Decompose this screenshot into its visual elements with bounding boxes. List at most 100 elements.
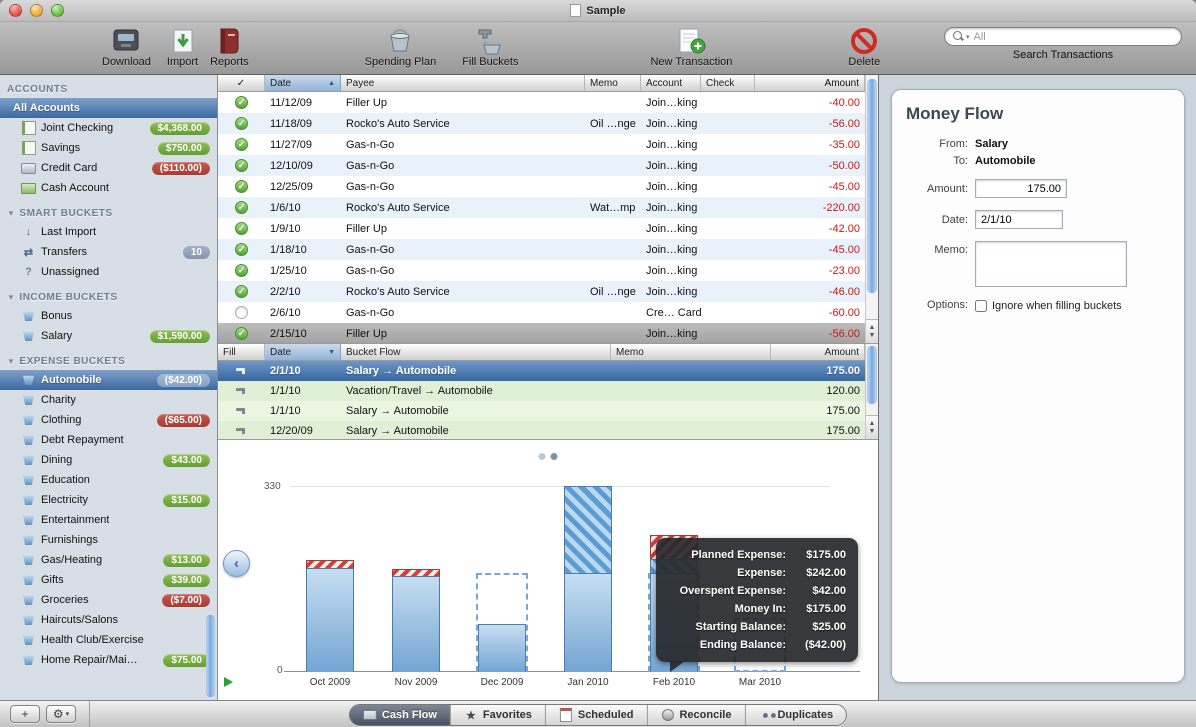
tab-duplicates[interactable]: Duplicates	[744, 705, 847, 725]
column-header-date[interactable]: Date ▲	[265, 75, 341, 91]
scroll-down-icon[interactable]: ▼	[869, 332, 876, 339]
action-menu-button[interactable]: ⚙ ▾	[46, 705, 76, 723]
transaction-row[interactable]: ✓ 12/25/09 Gas-n-Go Join…king -45.00	[218, 176, 865, 197]
sidebar-item-credit-card[interactable]: Credit Card ($110.00)	[0, 158, 217, 178]
transaction-row[interactable]: ✓ 11/27/09 Gas-n-Go Join…king -35.00	[218, 134, 865, 155]
sidebar-item-entertainment[interactable]: Entertainment	[0, 510, 217, 530]
scrollbar-thumb[interactable]	[867, 79, 877, 293]
column-header-bucket-flow[interactable]: Bucket Flow	[341, 344, 611, 360]
toolbar-button-reports[interactable]: Reports	[210, 22, 249, 68]
timeline-marker-icon[interactable]	[224, 677, 233, 687]
transaction-row[interactable]: ✓ 2/15/10 Filler Up Join…king -56.00	[218, 323, 865, 343]
ignore-filling-option[interactable]: Ignore when filling buckets	[975, 299, 1122, 312]
sidebar-item-savings[interactable]: Savings $750.00	[0, 138, 217, 158]
sidebar-item-education[interactable]: Education	[0, 470, 217, 490]
transaction-row[interactable]: ✓ 11/12/09 Filler Up Join…king -40.00	[218, 92, 865, 113]
add-button[interactable]: +	[10, 705, 40, 723]
fill-row[interactable]: 1/1/10 Vacation/Travel → Automobile 120.00	[218, 381, 865, 401]
tab-reconcile[interactable]: Reconcile	[646, 705, 745, 725]
memo-field[interactable]	[975, 241, 1127, 287]
pager-dot[interactable]	[538, 453, 546, 460]
search-field[interactable]: ▾	[944, 27, 1182, 46]
column-header-fill-amount[interactable]: Amount	[771, 344, 865, 360]
sidebar-item-home-repair-mai[interactable]: Home Repair/Mai… $75.00	[0, 650, 217, 670]
column-header-amount[interactable]: Amount	[755, 75, 865, 91]
chart-prev-button[interactable]: ‹	[223, 550, 250, 577]
zoom-button[interactable]	[51, 4, 64, 17]
sidebar-item-all-accounts[interactable]: All Accounts	[0, 98, 217, 118]
sidebar-scrollbar-thumb[interactable]	[206, 615, 215, 697]
tab-favorites[interactable]: ★ Favorites	[449, 705, 545, 725]
column-header-account[interactable]: Account	[641, 75, 701, 91]
sidebar-item-unassigned[interactable]: ? Unassigned	[0, 262, 217, 282]
transaction-row[interactable]: ✓ 1/6/10 Rocko's Auto Service Wat…mp Join…ki…	[218, 197, 865, 218]
date-field[interactable]	[975, 210, 1063, 229]
money-in-bar[interactable]	[306, 568, 354, 672]
column-header-status[interactable]: ✓	[218, 75, 265, 91]
overspent-bar[interactable]	[306, 560, 354, 568]
disclosure-triangle-icon[interactable]: ▼	[7, 293, 15, 302]
fill-row[interactable]: 2/1/10 Salary → Automobile 175.00	[218, 361, 865, 381]
scroll-up-icon[interactable]: ▲	[869, 324, 876, 331]
transaction-row[interactable]: ✓ 2/2/10 Rocko's Auto Service Oil …nge Join……	[218, 281, 865, 302]
pager-dot-active[interactable]	[550, 453, 558, 460]
minimize-button[interactable]	[30, 4, 43, 17]
tab-cash-flow[interactable]: Cash Flow	[349, 705, 450, 725]
sidebar-item-cash-account[interactable]: Cash Account	[0, 178, 217, 198]
search-scope-arrow-icon[interactable]: ▾	[966, 33, 970, 41]
transaction-row[interactable]: ✓ 11/18/09 Rocko's Auto Service Oil …nge Joi…	[218, 113, 865, 134]
sidebar-item-haircuts-salons[interactable]: Haircuts/Salons	[0, 610, 217, 630]
disclosure-triangle-icon[interactable]: ▼	[7, 357, 15, 366]
scrollbar-arrows[interactable]: ▲ ▼	[866, 319, 878, 343]
scroll-down-icon[interactable]: ▼	[869, 428, 876, 435]
transaction-row[interactable]: 2/6/10 Gas-n-Go Cre… Card -60.00	[218, 302, 865, 323]
close-button[interactable]	[9, 4, 22, 17]
sidebar-item-automobile[interactable]: Automobile ($42.00)	[0, 370, 217, 390]
sidebar-item-transfers[interactable]: ⇄ Transfers 10	[0, 242, 217, 262]
sidebar-item-salary[interactable]: Salary $1,590.00	[0, 326, 217, 346]
toolbar-button-fill-buckets[interactable]: Fill Buckets	[462, 22, 518, 68]
scrollbar-thumb[interactable]	[867, 346, 877, 404]
sidebar-item-bonus[interactable]: Bonus	[0, 306, 217, 326]
sidebar-item-electricity[interactable]: Electricity $15.00	[0, 490, 217, 510]
search-input[interactable]	[973, 30, 1173, 43]
scrollbar-arrows[interactable]: ▲ ▼	[866, 415, 878, 439]
column-header-memo[interactable]: Memo	[585, 75, 641, 91]
toolbar-button-import[interactable]: Import	[167, 22, 198, 68]
sidebar-item-joint-checking[interactable]: Joint Checking $4,368.00	[0, 118, 217, 138]
sidebar-item-groceries[interactable]: Groceries ($7.00)	[0, 590, 217, 610]
fill-row[interactable]: 1/1/10 Salary → Automobile 175.00	[218, 401, 865, 421]
toolbar-button-download[interactable]: Download	[102, 22, 151, 68]
transaction-row[interactable]: ✓ 12/10/09 Gas-n-Go Join…king -50.00	[218, 155, 865, 176]
sidebar-item-last-import[interactable]: ↓ Last Import	[0, 222, 217, 242]
fills-scrollbar[interactable]: ▲ ▼	[865, 344, 878, 439]
column-header-fill-memo[interactable]: Memo	[611, 344, 771, 360]
transaction-row[interactable]: ✓ 1/25/10 Gas-n-Go Join…king -23.00	[218, 260, 865, 281]
transaction-row[interactable]: ✓ 1/9/10 Filler Up Join…king -42.00	[218, 218, 865, 239]
toolbar-button-spending-plan[interactable]: Spending Plan	[365, 22, 436, 68]
money-in-bar[interactable]	[478, 624, 526, 672]
sidebar-item-gifts[interactable]: Gifts $39.00	[0, 570, 217, 590]
ignore-filling-checkbox[interactable]	[975, 300, 987, 312]
sidebar-item-charity[interactable]: Charity	[0, 390, 217, 410]
disclosure-triangle-icon[interactable]: ▼	[7, 209, 15, 218]
tab-scheduled[interactable]: Scheduled	[544, 705, 647, 725]
balance-used-bar[interactable]	[564, 486, 612, 573]
fill-row[interactable]: 12/20/09 Salary → Automobile 175.00	[218, 421, 865, 439]
sidebar-item-dining[interactable]: Dining $43.00	[0, 450, 217, 470]
toolbar-button-delete[interactable]: Delete	[848, 22, 880, 68]
overspent-bar[interactable]	[392, 569, 440, 576]
toolbar-button-new-transaction[interactable]: New Transaction	[650, 22, 732, 68]
money-in-bar[interactable]	[392, 576, 440, 672]
scroll-up-icon[interactable]: ▲	[869, 420, 876, 427]
sidebar-item-gas-heating[interactable]: Gas/Heating $13.00	[0, 550, 217, 570]
transaction-row[interactable]: ✓ 1/18/10 Gas-n-Go Join…king -45.00	[218, 239, 865, 260]
sidebar-item-clothing[interactable]: Clothing ($65.00)	[0, 410, 217, 430]
column-header-check[interactable]: Check	[701, 75, 755, 91]
transactions-scrollbar[interactable]: ▲ ▼	[865, 75, 878, 343]
column-header-payee[interactable]: Payee	[341, 75, 585, 91]
money-in-bar[interactable]	[564, 573, 612, 672]
column-header-fill[interactable]: Fill	[218, 344, 265, 360]
column-header-fill-date[interactable]: Date ▼	[265, 344, 341, 360]
sidebar-item-health-club-exercise[interactable]: Health Club/Exercise	[0, 630, 217, 650]
